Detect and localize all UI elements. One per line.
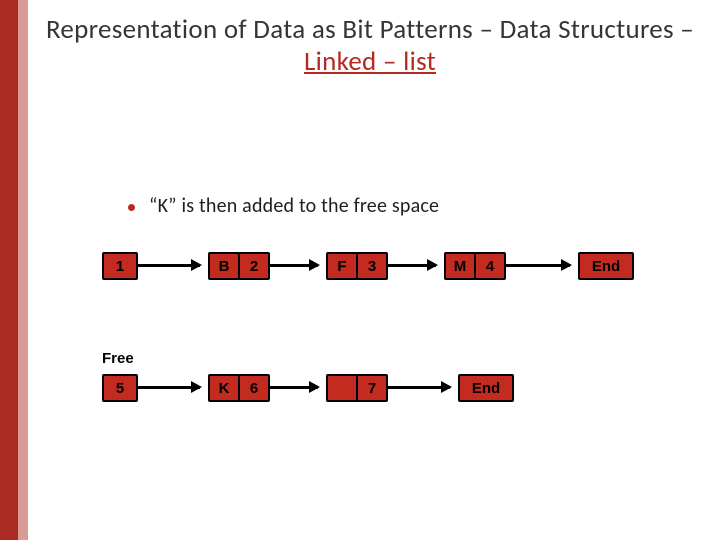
list-head-cell: 5 [102,374,138,402]
arrow-icon [388,386,450,389]
arrow-icon [270,386,318,389]
bullet-icon [128,204,135,211]
node-next: 7 [358,376,386,400]
node-data [328,376,356,400]
list-node: M 4 [444,252,506,280]
node-next: 4 [476,254,504,278]
arrow-icon [138,386,200,389]
list-node: K 6 [208,374,270,402]
node-next: 6 [240,376,268,400]
list-head-value: 1 [104,258,136,275]
free-list-label: Free [102,350,134,367]
list-head-value: 5 [104,380,136,397]
slide-title: Representation of Data as Bit Patterns –… [40,14,700,78]
slide-accent-bar [0,0,34,540]
bullet-item: “K” is then added to the free space [128,194,439,218]
list-end-label: End [580,258,632,275]
arrow-icon [270,264,318,267]
title-part2: Data Structures [500,13,674,46]
title-dash2: – [674,13,694,46]
title-part3: Linked – list [304,45,436,78]
list-node: 7 [326,374,388,402]
node-data: K [210,376,238,400]
arrow-icon [388,264,436,267]
title-part1: Representation of Data as Bit Patterns [46,13,473,46]
list-head-cell: 1 [102,252,138,280]
node-data: F [328,254,356,278]
arrow-icon [506,264,570,267]
list-end-cell: End [458,374,514,402]
node-data: B [210,254,238,278]
list-node: B 2 [208,252,270,280]
list-node: F 3 [326,252,388,280]
arrow-icon [138,264,200,267]
node-next: 2 [240,254,268,278]
list-end-label: End [460,380,512,397]
bullet-text: “K” is then added to the free space [149,194,439,218]
node-next: 3 [358,254,386,278]
list-end-cell: End [578,252,634,280]
node-data: M [446,254,474,278]
title-dash1: – [473,13,500,46]
